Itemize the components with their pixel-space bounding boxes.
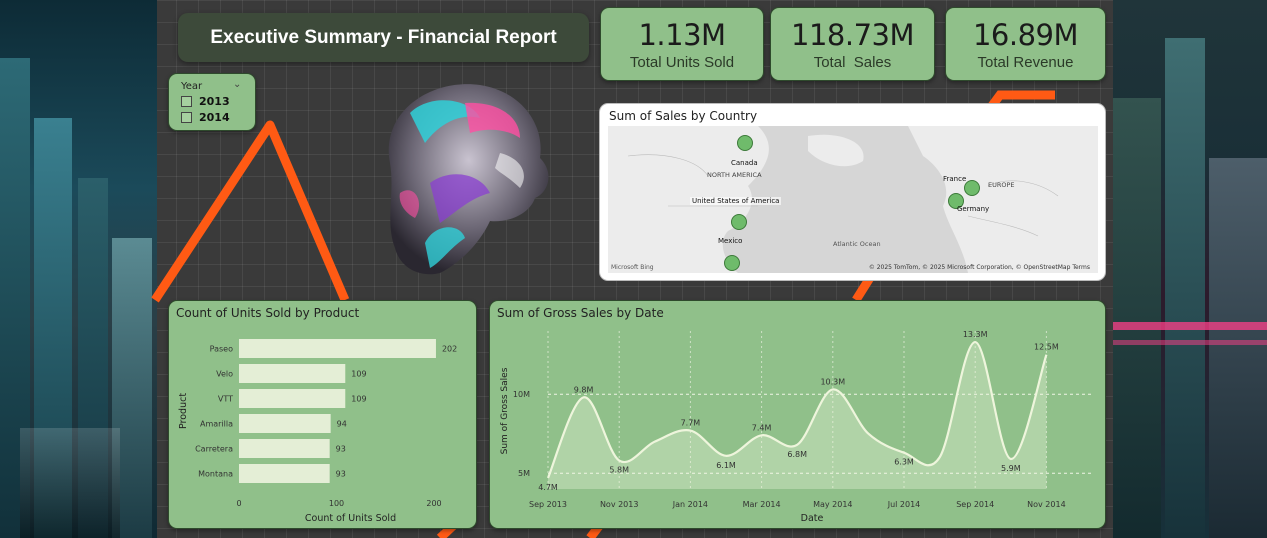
data-label: 7.7M — [681, 419, 701, 428]
neon-streak — [1113, 322, 1267, 330]
category-label: VTT — [218, 395, 233, 404]
bar-amarilla — [239, 414, 331, 433]
gross-sales-by-date-chart[interactable]: Sum of Gross Sales by Date 5M 10M 4.7M 9.8M… — [489, 300, 1106, 529]
bing-logo: Microsoft Bing — [611, 264, 654, 271]
data-label: 6.8M — [787, 450, 807, 459]
map-label-canada: Canada — [731, 159, 758, 167]
checkbox[interactable] — [181, 96, 192, 107]
x-tick-label: 200 — [426, 499, 441, 508]
right-city-image — [1113, 0, 1267, 538]
x-tick-label: 100 — [329, 499, 344, 508]
map-label-france: France — [943, 175, 967, 183]
map-label-region: EUROPE — [988, 181, 1015, 189]
report-title: Executive Summary - Financial Report — [178, 13, 589, 62]
map-bubble-canada[interactable] — [737, 135, 753, 151]
data-label: 10.3M — [820, 377, 845, 386]
x-axis-title: Date — [801, 513, 824, 524]
year-slicer[interactable]: Year ⌄ 2013 2014 — [168, 73, 256, 131]
line-chart-svg: 5M 10M 4.7M 9.8M 5.8M 7.7M 6.1M 7.4M 6.8M 10.3M 6.… — [500, 330, 1092, 524]
kpi-value: 16.89M — [972, 18, 1079, 52]
data-label: 5.9M — [1001, 464, 1021, 473]
map-visual[interactable]: Sum of Sales by Country Canada NORTH AME… — [599, 103, 1106, 281]
category-label: Paseo — [210, 345, 233, 354]
slicer-option-2013[interactable]: 2013 — [181, 95, 230, 108]
bar-vtt — [239, 389, 346, 408]
chevron-down-icon[interactable]: ⌄ — [233, 79, 241, 90]
x-tick-label: Nov 2013 — [600, 500, 639, 509]
kpi-label: Total Revenue — [977, 54, 1074, 71]
map-label-ocean: Atlantic Ocean — [833, 240, 881, 248]
slicer-option-2014[interactable]: 2014 — [181, 111, 230, 124]
kpi-card-total-sales[interactable]: 118.73M Total Sales — [770, 7, 935, 81]
category-label: Carretera — [195, 445, 233, 454]
data-label: 12.5M — [1034, 343, 1059, 352]
left-city-image — [0, 0, 157, 538]
data-label: 202 — [442, 345, 457, 354]
data-label: 109 — [351, 395, 366, 404]
x-tick-label: Sep 2013 — [529, 500, 567, 509]
bar-montana — [239, 464, 330, 483]
slicer-option-label: 2014 — [199, 111, 230, 124]
x-tick-label: May 2014 — [813, 500, 852, 509]
kpi-label: Total Units Sold — [629, 54, 735, 71]
x-tick-label: 0 — [236, 499, 241, 508]
kpi-value: 118.73M — [791, 18, 915, 52]
x-tick-label: Sep 2014 — [956, 500, 994, 509]
map-label-region: NORTH AMERICA — [707, 171, 762, 179]
data-label: 93 — [336, 470, 346, 479]
data-label: 109 — [351, 370, 366, 379]
x-tick-label: Nov 2014 — [1027, 500, 1066, 509]
category-label: Amarilla — [200, 420, 233, 429]
abstract-head-artwork — [388, 84, 549, 275]
category-label: Velo — [216, 370, 233, 379]
bar-paseo — [239, 339, 436, 358]
data-label: 13.3M — [963, 330, 988, 339]
bar-carretera — [239, 439, 330, 458]
slicer-option-label: 2013 — [199, 95, 230, 108]
data-label: 6.1M — [716, 461, 736, 470]
data-label: 94 — [337, 420, 347, 429]
bar-chart-svg: Paseo 202 Velo 109 VTT 109 Amarilla 94 Carretera… — [178, 339, 457, 524]
map-bubble-france[interactable] — [964, 180, 980, 196]
checkbox[interactable] — [181, 112, 192, 123]
y-tick-label: 5M — [518, 469, 530, 478]
x-tick-label: Jan 2014 — [672, 500, 708, 509]
data-label: 9.8M — [574, 385, 594, 394]
data-label: 93 — [336, 445, 346, 454]
map-title: Sum of Sales by Country — [609, 109, 758, 123]
bar-velo — [239, 364, 346, 383]
x-axis-title: Count of Units Sold — [305, 513, 396, 524]
y-axis-title: Product — [178, 393, 189, 429]
kpi-card-total-revenue[interactable]: 16.89M Total Revenue — [945, 7, 1106, 81]
slicer-header: Year — [181, 81, 203, 92]
map-bubble-mexico[interactable] — [724, 255, 740, 271]
map-label-mexico: Mexico — [718, 237, 743, 245]
data-label: 4.7M — [538, 483, 558, 492]
units-by-product-chart[interactable]: Count of Units Sold by Product Paseo 202 V… — [168, 300, 477, 529]
data-label: 5.8M — [609, 466, 629, 475]
map-label-usa: United States of America — [690, 197, 782, 205]
x-tick-label: Mar 2014 — [743, 500, 781, 509]
kpi-value: 1.13M — [638, 18, 726, 52]
map-attribution[interactable]: © 2025 TomTom, © 2025 Microsoft Corporat… — [869, 264, 1090, 271]
neon-streak — [1113, 340, 1267, 345]
kpi-label: Total Sales — [813, 54, 892, 71]
map-label-germany: Germany — [957, 205, 990, 213]
y-axis-title: Sum of Gross Sales — [500, 367, 510, 454]
world-map — [608, 126, 1098, 273]
data-label: 6.3M — [894, 458, 914, 467]
category-label: Montana — [198, 470, 233, 479]
map-bubble-usa[interactable] — [731, 214, 747, 230]
kpi-card-total-units[interactable]: 1.13M Total Units Sold — [600, 7, 764, 81]
x-tick-label: Jul 2014 — [887, 500, 921, 509]
data-label: 7.4M — [752, 423, 772, 432]
map-canvas[interactable]: Canada NORTH AMERICA United States of Am… — [608, 126, 1098, 273]
y-tick-label: 10M — [513, 390, 530, 399]
